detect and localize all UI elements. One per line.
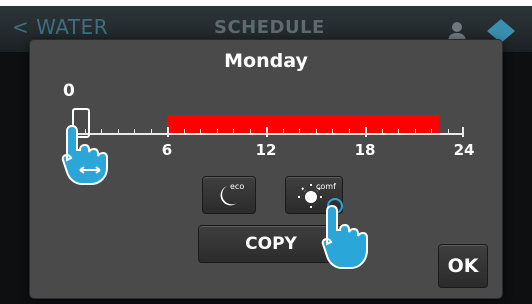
eco-label: eco [230, 182, 245, 191]
current-hour-value: 0 [63, 81, 75, 101]
timeline-tick [117, 129, 119, 135]
drag-hand-icon [61, 124, 108, 185]
ok-label: OK [447, 255, 479, 277]
page-title: SCHEDULE [214, 17, 325, 38]
timeline-tick [414, 129, 416, 135]
timeline-tick [381, 129, 383, 135]
timeline[interactable]: 6 12 18 24 [68, 115, 474, 159]
user-icon[interactable] [446, 20, 468, 42]
timeline-tick [348, 129, 350, 135]
comfort-label: comf [316, 182, 336, 191]
timeline-tick [447, 129, 449, 135]
timeline-tick [167, 127, 169, 137]
timeline-tick [462, 127, 464, 137]
timeline-tick [266, 127, 268, 137]
schedule-dialog: Monday 0 6 12 18 24 eco comf COPY OK [30, 40, 502, 298]
eco-mode-button[interactable]: eco [202, 176, 256, 214]
timeline-tick [216, 129, 218, 135]
timeline-tick-label: 18 [354, 141, 376, 159]
timeline-tick [431, 129, 432, 135]
timeline-tick-label: 12 [255, 141, 277, 159]
timeline-tick-label: 6 [161, 141, 173, 159]
timeline-tick [134, 129, 135, 135]
timeline-tick [282, 129, 284, 135]
timeline-tick [249, 129, 251, 135]
timeline-tick [200, 129, 201, 135]
day-title: Monday [224, 50, 308, 72]
timeline-tick [233, 129, 234, 135]
tap-hand-icon [321, 198, 368, 269]
timeline-tick [315, 129, 317, 135]
timeline-tick [183, 129, 185, 135]
back-button[interactable]: < WATER [12, 15, 108, 39]
timeline-tick [365, 127, 367, 137]
timeline-tick [299, 129, 300, 135]
timeline-tick [150, 129, 152, 135]
ok-button[interactable]: OK [438, 244, 488, 288]
timeline-tick [398, 129, 399, 135]
copy-label: COPY [245, 234, 297, 254]
timeline-tick [332, 129, 333, 135]
timeline-tick-label: 24 [453, 141, 475, 159]
screen: < WATER SCHEDULE Monday 0 6 12 18 24 eco [0, 0, 532, 304]
